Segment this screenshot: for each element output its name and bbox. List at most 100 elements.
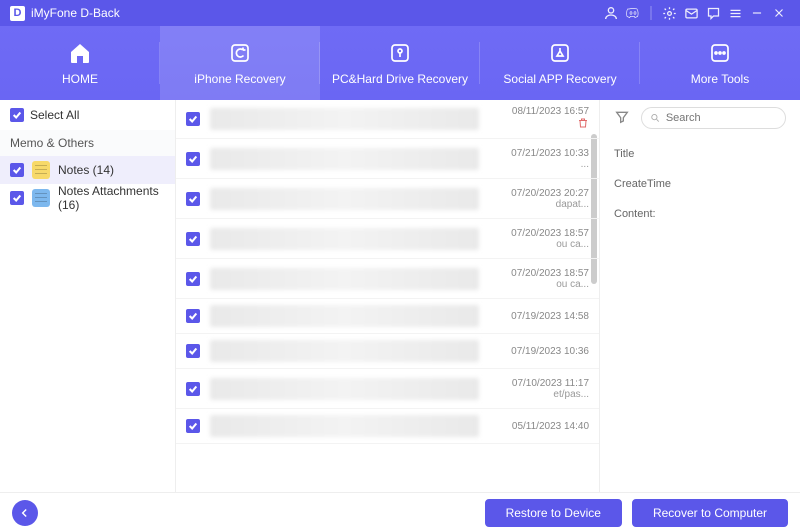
nav-home[interactable]: HOME	[0, 26, 160, 100]
list-item[interactable]: 07/10/2023 11:17et/pas...	[176, 369, 599, 409]
checkbox[interactable]	[10, 191, 24, 205]
note-date: 07/20/2023 18:57	[511, 268, 589, 279]
filter-icon[interactable]	[614, 109, 631, 127]
note-snippet: et/pas...	[553, 389, 589, 400]
nav-label: Social APP Recovery	[503, 72, 616, 86]
note-snippet: ...	[581, 159, 589, 170]
search-input[interactable]	[666, 112, 777, 124]
checkbox[interactable]	[10, 163, 24, 177]
note-meta: 05/11/2023 14:40	[489, 421, 589, 432]
minimize-icon[interactable]	[746, 6, 768, 20]
note-meta: 07/10/2023 11:17et/pas...	[489, 378, 589, 400]
sidebar-item-attachments[interactable]: Notes Attachments (16)	[0, 184, 175, 212]
checkbox[interactable]	[186, 419, 200, 433]
checkbox[interactable]	[186, 112, 200, 126]
app-icon	[548, 41, 572, 65]
nav-pc-recovery[interactable]: PC&Hard Drive Recovery	[320, 26, 480, 100]
select-all-checkbox[interactable]	[10, 108, 24, 122]
note-meta: 07/19/2023 14:58	[489, 311, 589, 322]
attachments-icon	[32, 189, 50, 207]
trash-icon	[573, 117, 589, 132]
titlebar: D iMyFone D-Back	[0, 0, 800, 26]
nav-more-tools[interactable]: More Tools	[640, 26, 800, 100]
checkbox[interactable]	[186, 272, 200, 286]
list-item[interactable]: 08/11/2023 16:57	[176, 100, 599, 139]
refresh-icon	[228, 41, 252, 65]
sidebar: Select All Memo & Others Notes (14) Note…	[0, 100, 176, 492]
nav-label: More Tools	[691, 72, 749, 86]
checkbox[interactable]	[186, 152, 200, 166]
drive-icon	[388, 41, 412, 65]
app-title: iMyFone D-Back	[31, 6, 120, 20]
note-date: 08/11/2023 16:57	[512, 106, 589, 117]
list-item[interactable]: 07/20/2023 18:57ou ca...	[176, 219, 599, 259]
list-item[interactable]: 07/21/2023 10:33...	[176, 139, 599, 179]
close-icon[interactable]	[768, 6, 790, 20]
feedback-icon[interactable]	[702, 6, 724, 21]
back-button[interactable]	[12, 500, 38, 526]
search-icon	[650, 112, 661, 124]
checkbox[interactable]	[186, 232, 200, 246]
note-meta: 07/20/2023 20:27dapat...	[489, 188, 589, 210]
note-preview	[210, 188, 479, 210]
account-icon[interactable]	[600, 5, 622, 21]
note-snippet: ou ca...	[556, 239, 589, 250]
sidebar-item-label: Notes Attachments (16)	[58, 184, 165, 212]
home-icon	[68, 41, 92, 65]
note-preview	[210, 108, 479, 130]
note-preview	[210, 415, 479, 437]
mail-icon[interactable]	[680, 6, 702, 21]
checkbox[interactable]	[186, 309, 200, 323]
note-preview	[210, 148, 479, 170]
nav-iphone-recovery[interactable]: iPhone Recovery	[160, 26, 320, 100]
note-preview	[210, 228, 479, 250]
list-item[interactable]: 07/19/2023 14:58	[176, 299, 599, 334]
select-all-row[interactable]: Select All	[0, 100, 175, 130]
checkbox[interactable]	[186, 344, 200, 358]
list-item[interactable]: 07/20/2023 18:57ou ca...	[176, 259, 599, 299]
detail-title-label: Title	[614, 148, 786, 160]
nav-label: PC&Hard Drive Recovery	[332, 72, 468, 86]
menu-icon[interactable]	[724, 6, 746, 21]
note-date: 07/19/2023 14:58	[511, 311, 589, 322]
recover-to-computer-button[interactable]: Recover to Computer	[632, 499, 788, 527]
notes-icon	[32, 161, 50, 179]
detail-content-label: Content:	[614, 208, 786, 220]
note-date: 05/11/2023 14:40	[512, 421, 589, 432]
detail-createtime-label: CreateTime	[614, 178, 786, 190]
note-snippet: dapat...	[556, 199, 589, 210]
note-meta: 07/20/2023 18:57ou ca...	[489, 228, 589, 250]
main-nav: HOME iPhone Recovery PC&Hard Drive Recov…	[0, 26, 800, 100]
nav-label: iPhone Recovery	[194, 72, 285, 86]
more-icon	[708, 41, 732, 65]
note-preview	[210, 340, 479, 362]
checkbox[interactable]	[186, 192, 200, 206]
sidebar-item-label: Notes (14)	[58, 163, 114, 177]
nav-label: HOME	[62, 72, 98, 86]
select-all-label: Select All	[30, 108, 79, 122]
footer: Restore to Device Recover to Computer	[0, 492, 800, 532]
sidebar-item-notes[interactable]: Notes (14)	[0, 156, 175, 184]
app-logo: D	[10, 6, 25, 21]
discord-icon[interactable]	[622, 5, 644, 21]
note-preview	[210, 268, 479, 290]
note-meta: 07/19/2023 10:36	[489, 346, 589, 357]
note-date: 07/21/2023 10:33	[511, 148, 589, 159]
note-list: 08/11/2023 16:57 07/21/2023 10:33... 07/20…	[176, 100, 600, 492]
note-meta: 07/21/2023 10:33...	[489, 148, 589, 170]
list-item[interactable]: 07/20/2023 20:27dapat...	[176, 179, 599, 219]
note-date: 07/20/2023 18:57	[511, 228, 589, 239]
list-item[interactable]: 05/11/2023 14:40	[176, 409, 599, 444]
sidebar-group-header: Memo & Others	[0, 130, 175, 156]
list-item[interactable]: 07/19/2023 10:36	[176, 334, 599, 369]
titlebar-divider	[644, 6, 658, 20]
checkbox[interactable]	[186, 382, 200, 396]
search-box[interactable]	[641, 107, 786, 129]
restore-to-device-button[interactable]: Restore to Device	[485, 499, 622, 527]
settings-icon[interactable]	[658, 6, 680, 21]
note-detail-panel: Title CreateTime Content:	[600, 100, 800, 492]
note-date: 07/19/2023 10:36	[511, 346, 589, 357]
note-date: 07/10/2023 11:17	[512, 378, 589, 389]
nav-social-recovery[interactable]: Social APP Recovery	[480, 26, 640, 100]
note-preview	[210, 378, 479, 400]
